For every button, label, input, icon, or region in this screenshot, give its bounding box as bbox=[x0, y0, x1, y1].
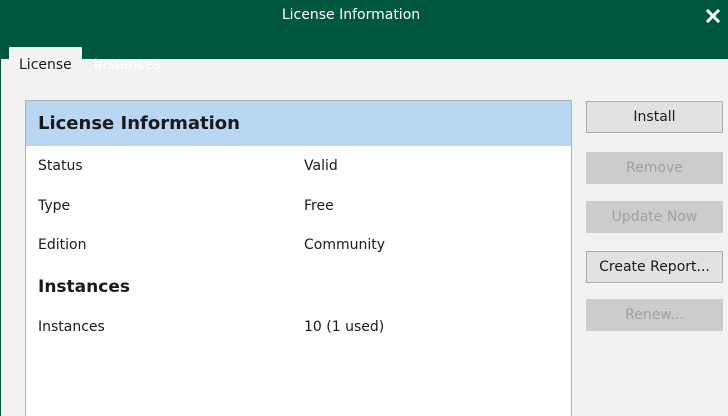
create-report-button[interactable]: Create Report... bbox=[586, 251, 723, 283]
close-icon[interactable] bbox=[701, 4, 725, 28]
edition-label: Edition bbox=[38, 237, 87, 253]
type-value: Free bbox=[304, 198, 334, 214]
remove-button[interactable]: Remove bbox=[586, 152, 723, 184]
install-button[interactable]: Install bbox=[586, 101, 723, 133]
panel-header: License Information bbox=[26, 101, 571, 146]
license-info-panel: License Information Status Valid Type Fr… bbox=[25, 100, 572, 416]
tab-strip: License Instances bbox=[9, 47, 173, 83]
instances-section-title: Instances bbox=[38, 277, 130, 297]
edition-value: Community bbox=[304, 237, 386, 253]
instances-label: Instances bbox=[38, 319, 105, 335]
instances-value: 10 (1 used) bbox=[304, 319, 385, 335]
panel-header-title: License Information bbox=[38, 113, 240, 134]
type-label: Type bbox=[38, 198, 71, 214]
tab-instances[interactable]: Instances bbox=[82, 47, 173, 83]
tab-license[interactable]: License bbox=[9, 47, 82, 83]
window-title: License Information bbox=[281, 7, 421, 23]
status-value: Valid bbox=[304, 158, 338, 174]
license-dialog: License Information License Instances Li… bbox=[0, 0, 728, 416]
update-now-button[interactable]: Update Now bbox=[586, 201, 723, 233]
renew-button[interactable]: Renew... bbox=[586, 299, 723, 331]
status-label: Status bbox=[38, 158, 83, 174]
